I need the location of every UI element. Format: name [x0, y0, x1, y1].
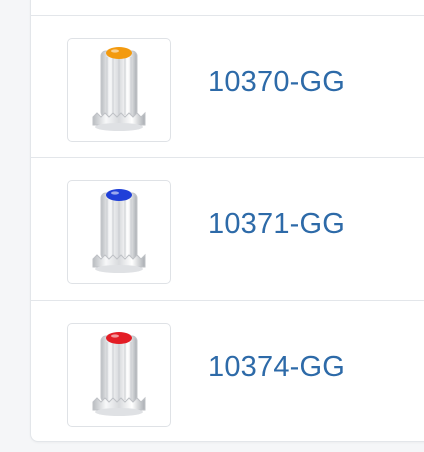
- lens: [106, 332, 132, 344]
- lens: [106, 189, 132, 201]
- product-list-card: 10370-GG 10371-GG 10374-GG: [30, 0, 424, 442]
- product-sku-link[interactable]: 10374-GG: [208, 351, 345, 384]
- product-row: 10370-GG: [31, 15, 424, 157]
- lens: [106, 47, 132, 59]
- product-sku-link[interactable]: 10371-GG: [208, 208, 345, 241]
- product-thumbnail[interactable]: [67, 38, 171, 142]
- lug-nut-cover-image: [92, 189, 146, 273]
- page: 10370-GG 10371-GG 10374-GG: [0, 0, 424, 452]
- product-thumbnail[interactable]: [67, 323, 171, 427]
- product-thumbnail[interactable]: [67, 180, 171, 284]
- product-row: 10371-GG: [31, 157, 424, 299]
- lug-nut-cover-image: [92, 332, 146, 416]
- product-sku-link[interactable]: 10370-GG: [208, 66, 345, 99]
- lug-nut-cover-image: [92, 47, 146, 131]
- product-row: 10374-GG: [31, 300, 424, 441]
